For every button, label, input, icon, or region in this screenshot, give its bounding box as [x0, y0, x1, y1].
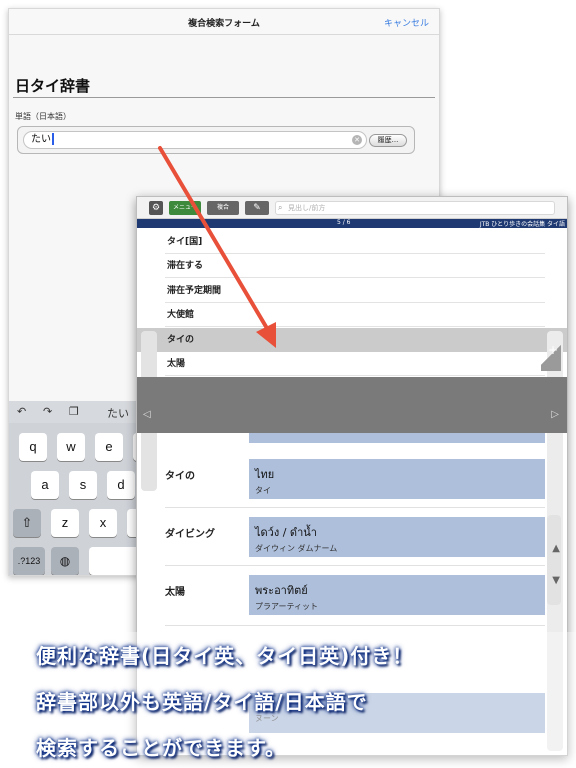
page-bar: 5 / 6 JTB ひとり歩きの会話集 タイ語 [137, 219, 567, 228]
split-divider-overlay [137, 377, 567, 433]
globe-icon[interactable]: ◍ [51, 547, 79, 575]
word-input[interactable]: たい ✕ [23, 131, 367, 149]
key-a[interactable]: a [31, 471, 59, 499]
numbers-key[interactable]: .?123 [13, 547, 45, 575]
search-icon: ⌕ [278, 203, 283, 212]
word-field-label: 単語（日本語） [15, 112, 71, 121]
entry-thai: ไทย [255, 468, 275, 481]
word-list-item[interactable]: タイ[国] [165, 230, 545, 254]
word-list-item[interactable]: 大使館 [165, 303, 545, 327]
entry-headword: 太陽 [165, 587, 185, 598]
form-title: 複合検索フォーム [188, 19, 260, 29]
search-placeholder: 見出し/前方 [288, 204, 326, 212]
entry-thai: ไดว์ง / ดำน้ำ [255, 526, 317, 539]
key-q[interactable]: q [19, 433, 47, 461]
history-button[interactable]: 履歴... [369, 134, 407, 147]
key-d[interactable]: d [107, 471, 135, 499]
word-list-item[interactable]: 滞在する [165, 254, 545, 278]
dictionary-title: 日タイ辞書 [15, 77, 91, 95]
menu-label: メニュー [172, 204, 197, 211]
entry-divider [165, 507, 545, 508]
entry-translation-box[interactable]: พระอาทิตย์ プラアーティット [249, 575, 545, 615]
entry-translation-box[interactable]: ไทย タイ [249, 459, 545, 499]
clear-icon[interactable]: ✕ [352, 135, 362, 145]
source-label: JTB ひとり歩きの会話集 タイ語 [479, 221, 565, 228]
key-e[interactable]: e [95, 433, 123, 461]
cancel-button[interactable]: キャンセル [384, 16, 429, 29]
key-s[interactable]: s [69, 471, 97, 499]
scroll-thumb[interactable] [547, 515, 561, 605]
key-x[interactable]: x [89, 509, 117, 537]
word-input-value: たい [31, 134, 51, 145]
entry-box-partial [249, 433, 545, 443]
suggestion-candidate[interactable]: たい [107, 405, 129, 421]
entry-reading: タイ [255, 486, 271, 495]
clipboard-icon[interactable]: ❐ [69, 405, 79, 418]
entry-divider [165, 565, 545, 566]
promo-line-1: 便利な辞書(日タイ英、タイ日英)付き！ [36, 644, 414, 668]
dictionary-toolbar: ⚙ メニュー 複合 ✎ ⌕ 見出し/前方 [137, 197, 567, 219]
key-w[interactable]: w [57, 433, 85, 461]
word-list-item[interactable]: 滞在予定期間 [165, 279, 545, 303]
navigation-bar: 複合検索フォーム キャンセル [9, 9, 439, 35]
entry-thai: พระอาทิตย์ [255, 584, 308, 597]
pen-icon[interactable]: ✎ [245, 201, 269, 215]
left-arrow-icon[interactable]: ◁ [143, 409, 151, 420]
undo-icon[interactable]: ↶ [17, 405, 26, 418]
redo-icon[interactable]: ↷ [43, 405, 52, 418]
promo-line-2: 辞書部以外も英語/タイ語/日本語で [36, 690, 368, 714]
entry-divider [165, 625, 545, 626]
compound-button[interactable]: 複合 [207, 201, 239, 215]
entry-reading: プラアーティット [255, 602, 319, 611]
headword-search-input[interactable]: ⌕ 見出し/前方 [275, 201, 555, 215]
menu-button[interactable]: メニュー [169, 201, 201, 215]
gear-icon[interactable]: ⚙ [149, 201, 163, 215]
right-arrow-icon[interactable]: ▷ [551, 409, 559, 420]
scroll-up-icon[interactable]: ▲ [552, 543, 560, 554]
scroll-down-icon[interactable]: ▼ [552, 575, 560, 586]
divider [13, 97, 435, 98]
key-z[interactable]: z [51, 509, 79, 537]
word-list-item-selected[interactable]: タイの [165, 328, 545, 352]
search-input-group: たい ✕ 履歴... [17, 126, 415, 154]
shift-icon[interactable]: ⇧ [13, 509, 41, 537]
entry-headword: タイの [165, 471, 195, 482]
entry-headword: ダイビング [165, 529, 215, 540]
word-list-item[interactable]: 太陽 [165, 352, 545, 376]
entry-reading: ダイウィン ダムナーム [255, 544, 338, 553]
page-indicator: 5 / 6 [337, 219, 351, 226]
add-icon[interactable]: + [541, 343, 561, 371]
text-caret [52, 133, 54, 145]
promo-line-3: 検索することができます。 [36, 736, 286, 760]
entry-translation-box[interactable]: ไดว์ง / ดำน้ำ ダイウィン ダムナーム [249, 517, 545, 557]
